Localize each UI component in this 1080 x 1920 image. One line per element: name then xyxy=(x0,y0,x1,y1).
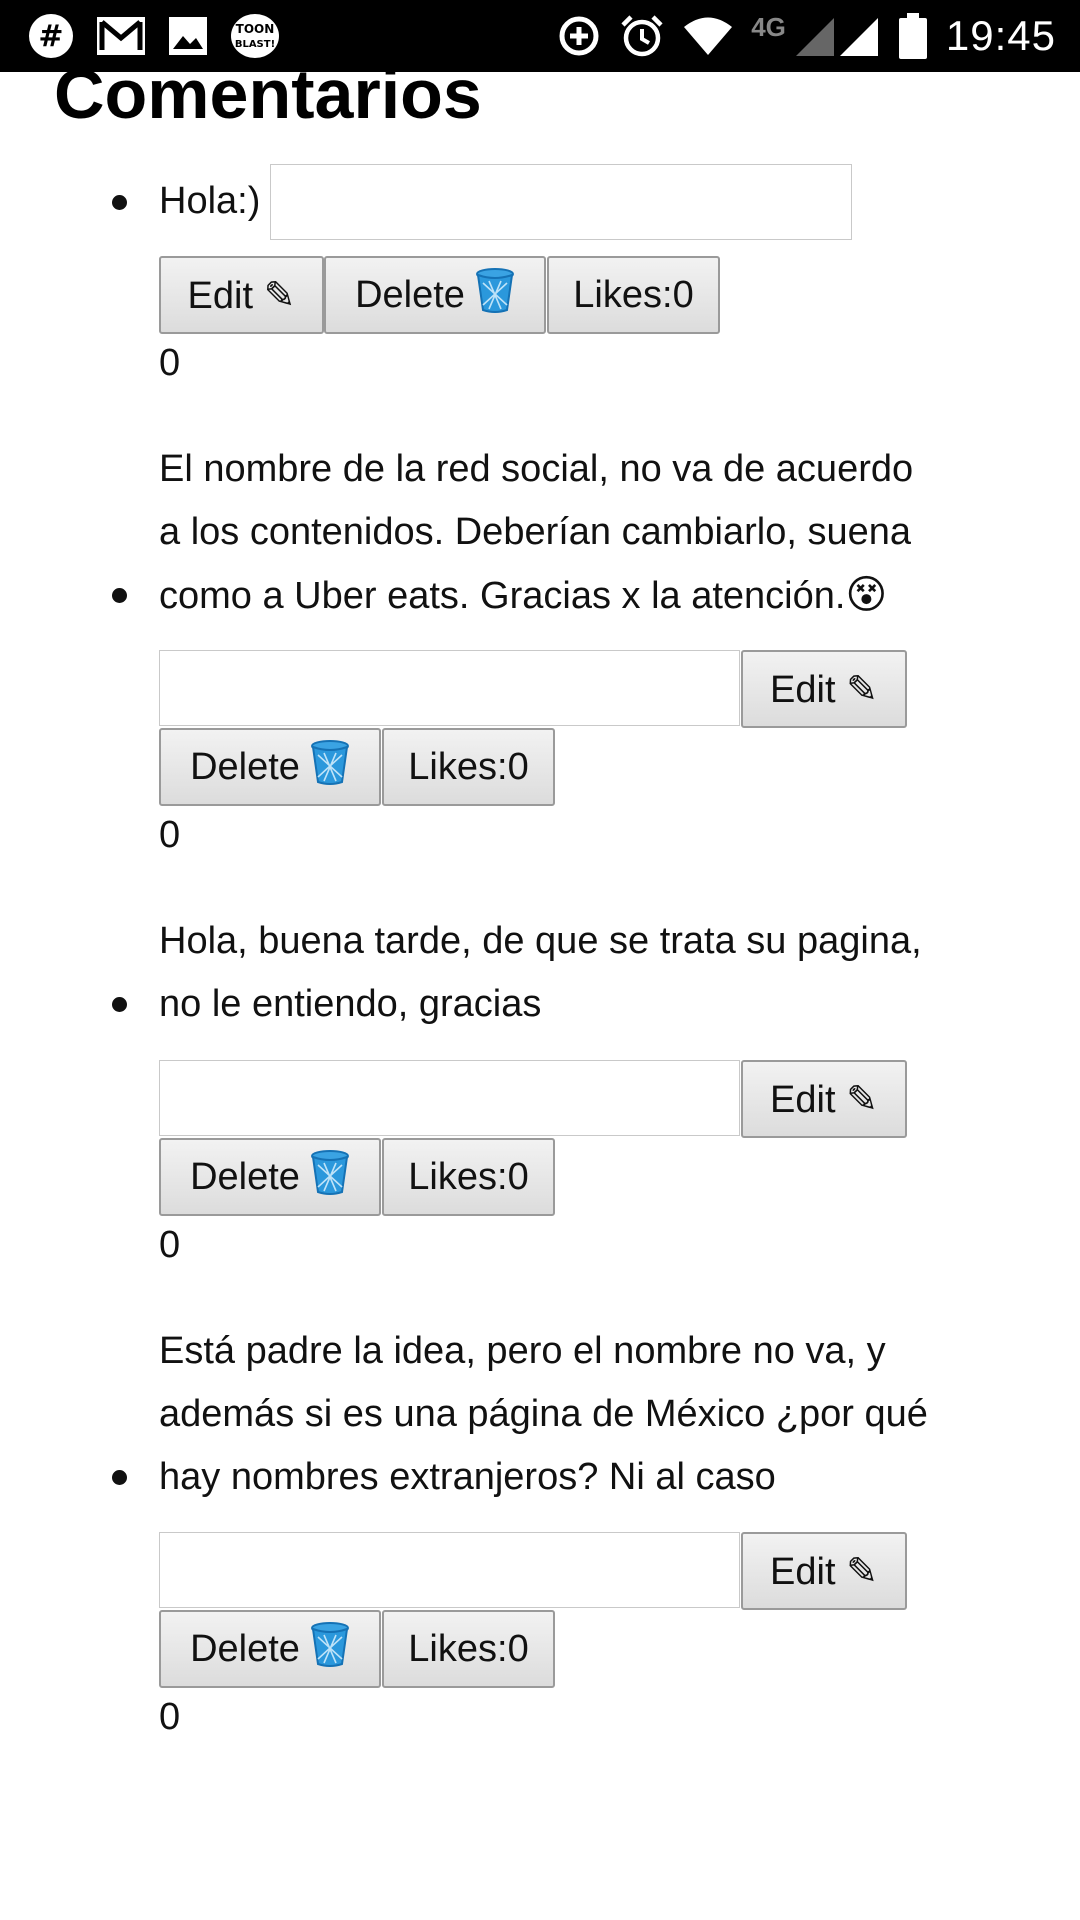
likes-button-label: Likes:0 xyxy=(408,1155,529,1198)
comment-text-line: hay nombres extranjeros? Ni al caso xyxy=(159,1456,776,1498)
svg-text:TOON: TOON xyxy=(236,22,275,36)
edit-button-label: Edit ✎ xyxy=(187,274,296,317)
likes-button[interactable]: Likes:0 xyxy=(382,728,555,806)
delete-button[interactable]: Delete xyxy=(159,728,381,806)
edit-button[interactable]: Edit ✎ xyxy=(741,1532,907,1610)
comment-text: Hola:) xyxy=(159,180,261,222)
comment-text-line: no le entiendo, gracias xyxy=(159,983,542,1025)
delete-button[interactable]: Delete xyxy=(159,1610,381,1688)
comment-text: El nombre de la red social, no va de acu… xyxy=(159,438,1009,628)
delete-button[interactable]: Delete xyxy=(324,256,546,334)
edit-button-label: Edit ✎ xyxy=(770,1550,878,1593)
battery-icon xyxy=(898,12,928,60)
delete-button-label: Delete xyxy=(355,273,465,316)
data-saver-icon xyxy=(557,14,601,58)
trash-icon xyxy=(475,267,515,323)
comment-text-line: como a Uber eats. Gracias x la atención.… xyxy=(159,573,888,617)
comment-edit-input[interactable] xyxy=(159,1060,740,1136)
svg-text:BLAST!: BLAST! xyxy=(235,39,275,50)
likes-count: 0 xyxy=(159,1224,181,1266)
comment-edit-input[interactable] xyxy=(159,1532,740,1608)
list-bullet xyxy=(112,1470,127,1485)
likes-count: 0 xyxy=(159,814,181,856)
edit-button-label: Edit ✎ xyxy=(770,1078,878,1121)
wifi-icon xyxy=(683,16,733,56)
comment-text-line: además si es una página de México ¿por q… xyxy=(159,1393,928,1435)
list-bullet xyxy=(112,588,127,603)
comments-page: Comentarios Hola:) Edit ✎ Delete Likes:0… xyxy=(0,72,1080,1920)
likes-count: 0 xyxy=(159,342,181,384)
status-bar: # TOON BLAST! 4G 19:45 xyxy=(0,0,1080,72)
image-icon xyxy=(168,16,208,56)
list-bullet xyxy=(112,195,127,210)
likes-button[interactable]: Likes:0 xyxy=(382,1138,555,1216)
likes-count: 0 xyxy=(159,1696,181,1738)
comment-edit-input[interactable] xyxy=(159,650,740,726)
comment-text: Hola, buena tarde, de que se trata su pa… xyxy=(159,910,1009,1036)
delete-button-label: Delete xyxy=(190,1155,300,1198)
trash-icon xyxy=(310,1621,350,1677)
likes-button[interactable]: Likes:0 xyxy=(382,1610,555,1688)
emoji-icon: 😵 xyxy=(845,573,888,617)
edit-button[interactable]: Edit ✎ xyxy=(741,650,907,728)
svg-text:#: # xyxy=(38,19,63,54)
comment-text-line: El nombre de la red social, no va de acu… xyxy=(159,448,914,490)
signal-icon xyxy=(794,14,880,58)
comment-text: Está padre la idea, pero el nombre no va… xyxy=(159,1320,1009,1509)
comment-text-line: Hola, buena tarde, de que se trata su pa… xyxy=(159,920,922,962)
trash-icon xyxy=(310,739,350,795)
alarm-icon xyxy=(619,13,665,59)
delete-button-label: Delete xyxy=(190,745,300,788)
edit-button-label: Edit ✎ xyxy=(770,668,878,711)
clock: 19:45 xyxy=(945,12,1056,59)
edit-button[interactable]: Edit ✎ xyxy=(159,256,324,334)
list-bullet xyxy=(112,997,127,1012)
toon-blast-icon: TOON BLAST! xyxy=(230,13,280,59)
likes-button[interactable]: Likes:0 xyxy=(547,256,720,334)
delete-button[interactable]: Delete xyxy=(159,1138,381,1216)
likes-button-label: Likes:0 xyxy=(573,273,694,316)
delete-button-label: Delete xyxy=(190,1627,300,1670)
likes-button-label: Likes:0 xyxy=(408,745,529,788)
likes-button-label: Likes:0 xyxy=(408,1627,529,1670)
trash-icon xyxy=(310,1149,350,1205)
page-title: Comentarios xyxy=(54,72,482,133)
network-type: 4G xyxy=(751,11,786,42)
slack-icon: # xyxy=(28,13,74,59)
comment-edit-input[interactable] xyxy=(270,164,852,240)
edit-button[interactable]: Edit ✎ xyxy=(741,1060,907,1138)
comment-text-line: a los contenidos. Deberían cambiarlo, su… xyxy=(159,511,912,553)
gmail-icon xyxy=(96,16,146,56)
comment-text-line: Está padre la idea, pero el nombre no va… xyxy=(159,1330,886,1372)
